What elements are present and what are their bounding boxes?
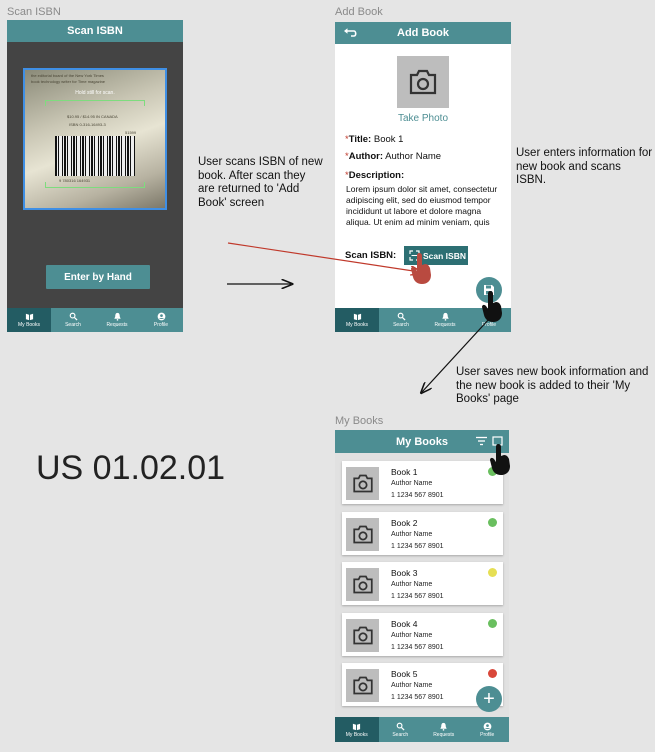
hand-cursor-icon [411,253,431,284]
hand-cursor-icon [482,291,502,322]
hand-cursor-icon [490,444,510,475]
return-arrow [227,242,420,272]
flow-arrows [227,242,510,475]
save-arrow [422,317,491,392]
